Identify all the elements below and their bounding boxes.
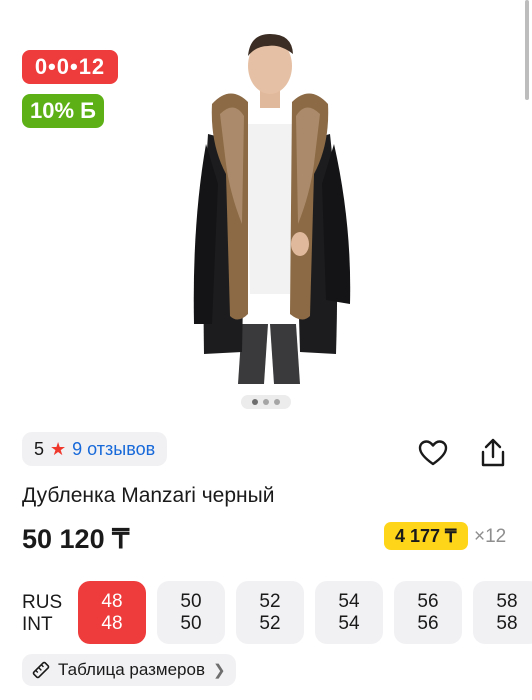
size-option[interactable]: 58 58 xyxy=(473,581,532,644)
favorite-button[interactable] xyxy=(416,436,450,470)
size-rus: 58 xyxy=(496,590,518,612)
gallery-pagination[interactable] xyxy=(241,395,291,409)
product-title: Дубленка Manzari черный xyxy=(22,484,275,507)
heart-icon xyxy=(418,440,448,466)
page-scrollbar[interactable] xyxy=(525,0,529,100)
timer-badge: 0•0•12 xyxy=(22,50,118,84)
gallery-dot[interactable] xyxy=(263,399,269,405)
size-rus: 50 xyxy=(180,590,202,612)
size-selector: 48 48 50 50 52 52 54 54 56 56 58 58 xyxy=(78,581,532,644)
size-option[interactable]: 56 56 xyxy=(394,581,462,644)
size-table-button[interactable]: Таблица размеров ❯ xyxy=(22,654,236,686)
size-int: 56 xyxy=(417,612,439,634)
star-icon: ★ xyxy=(50,439,67,459)
size-option[interactable]: 54 54 xyxy=(315,581,383,644)
size-table-label: Таблица размеров xyxy=(58,660,205,679)
gallery-dot[interactable] xyxy=(274,399,280,405)
product-image[interactable] xyxy=(130,24,402,384)
size-rus: 54 xyxy=(338,590,360,612)
size-label-rus: RUS xyxy=(22,592,63,613)
product-price: 50 120 ₸ xyxy=(22,524,130,554)
installment-multiplier: ×12 xyxy=(474,526,507,547)
discount-badge: 10% Б xyxy=(22,94,104,128)
reviews-link[interactable]: 9 отзывов xyxy=(72,439,155,460)
size-option[interactable]: 48 48 xyxy=(78,581,146,644)
share-button[interactable] xyxy=(476,436,510,470)
size-int: 54 xyxy=(338,612,360,634)
chevron-right-icon: ❯ xyxy=(212,662,226,679)
size-system-labels: RUS INT xyxy=(22,592,62,636)
gallery-dot[interactable] xyxy=(252,399,258,405)
size-option[interactable]: 50 50 xyxy=(157,581,225,644)
size-rus: 48 xyxy=(101,590,123,612)
ruler-icon xyxy=(32,661,50,679)
size-option[interactable]: 52 52 xyxy=(236,581,304,644)
size-int: 50 xyxy=(180,612,202,634)
size-label-int: INT xyxy=(22,614,53,635)
size-int: 58 xyxy=(496,612,518,634)
installment-badge[interactable]: 4 177 ₸ xyxy=(384,522,468,550)
size-rus: 56 xyxy=(417,590,439,612)
rating-value: 5 xyxy=(34,438,45,459)
share-icon xyxy=(481,438,505,467)
size-int: 52 xyxy=(259,612,281,634)
size-int: 48 xyxy=(101,612,123,634)
rating-chip[interactable]: 5 ★ 9 отзывов xyxy=(22,432,168,466)
size-rus: 52 xyxy=(259,590,281,612)
